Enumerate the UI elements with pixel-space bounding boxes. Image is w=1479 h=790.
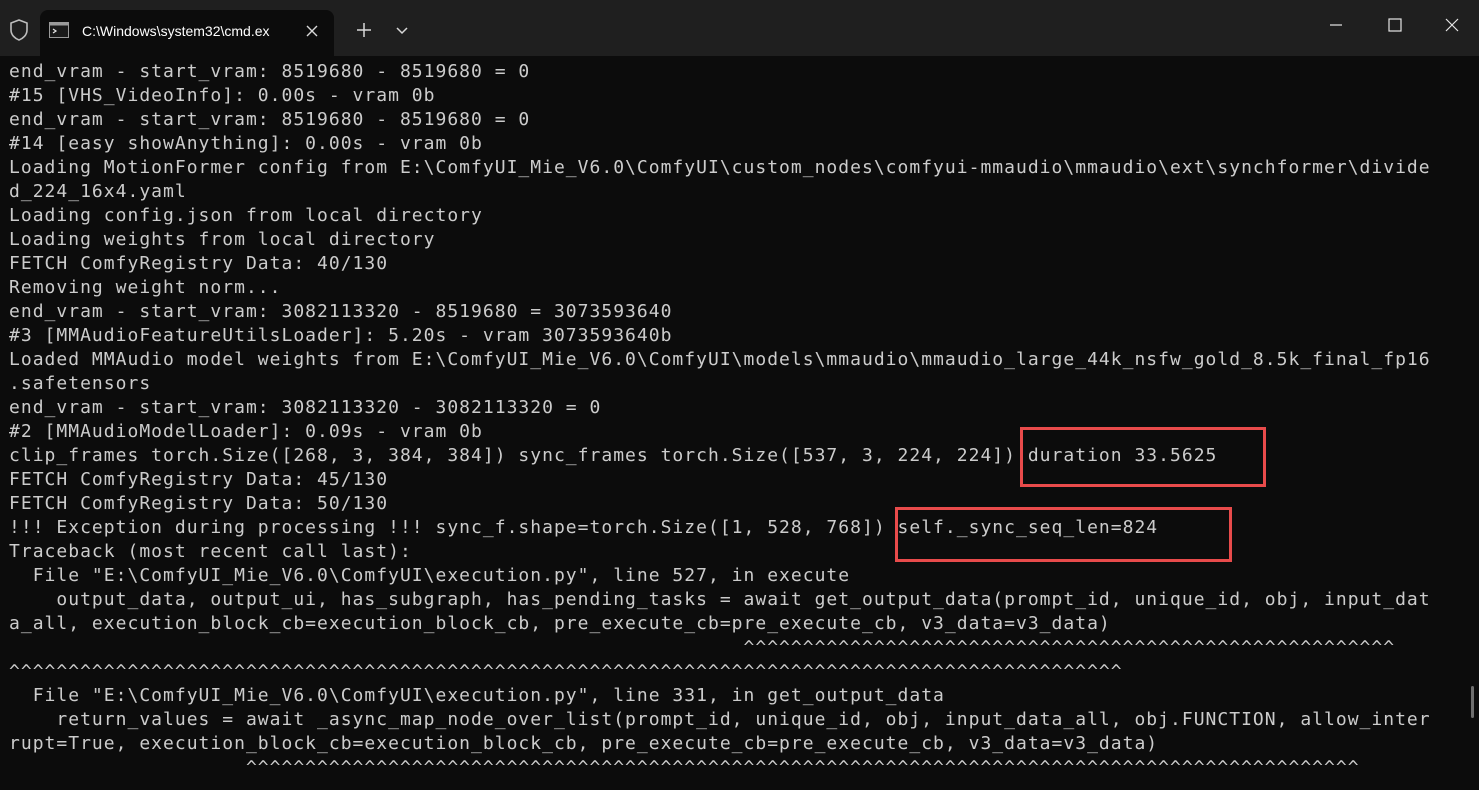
console-line: .safetensors xyxy=(9,373,152,394)
tab-cmd[interactable]: C:\Windows\system32\cmd.ex xyxy=(40,10,334,56)
console-line: File "E:\ComfyUI_Mie_V6.0\ComfyUI\execut… xyxy=(9,685,945,706)
console-line: FETCH ComfyRegistry Data: 40/130 xyxy=(9,253,389,274)
chevron-down-icon[interactable] xyxy=(392,20,412,40)
console-line: return_values = await _async_map_node_ov… xyxy=(9,709,1431,730)
console-line: end_vram - start_vram: 3082113320 - 8519… xyxy=(9,301,673,322)
terminal-window: C:\Windows\system32\cmd.ex end_vram - st… xyxy=(0,0,1479,790)
console-line: Loading config.json from local directory xyxy=(9,205,483,226)
console-line: ^^^^^^^^^^^^^^^^^^^^^^^^^^^^^^^^^^^^^^^^… xyxy=(9,757,1360,778)
minimize-icon[interactable] xyxy=(1325,14,1347,36)
console-output[interactable]: end_vram - start_vram: 8519680 - 8519680… xyxy=(0,56,1470,790)
close-icon[interactable] xyxy=(302,21,322,41)
console-line: Loading weights from local directory xyxy=(9,229,436,250)
console-line: Loading MotionFormer config from E:\Comf… xyxy=(9,157,1431,178)
console-line: output_data, output_ui, has_subgraph, ha… xyxy=(9,589,1431,610)
console-line: end_vram - start_vram: 3082113320 - 3082… xyxy=(9,397,602,418)
console-line: d_224_16x4.yaml xyxy=(9,181,187,202)
console-line: a_all, execution_block_cb=execution_bloc… xyxy=(9,613,1111,634)
shield-icon xyxy=(10,19,28,41)
console-line: rupt=True, execution_block_cb=execution_… xyxy=(9,733,1159,754)
console-line: File "E:\ComfyUI_Mie_V6.0\ComfyUI\execut… xyxy=(9,565,851,586)
console-line: Removing weight norm... xyxy=(9,277,282,298)
console-line: #14 [easy showAnything]: 0.00s - vram 0b xyxy=(9,133,483,154)
title-bar: C:\Windows\system32\cmd.ex xyxy=(0,0,1479,56)
console-line: end_vram - start_vram: 8519680 - 8519680… xyxy=(9,109,531,130)
console-line: #3 [MMAudioFeatureUtilsLoader]: 5.20s - … xyxy=(9,325,673,346)
scrollbar-thumb[interactable] xyxy=(1471,686,1474,718)
console-icon xyxy=(49,22,69,38)
console-line: #15 [VHS_VideoInfo]: 0.00s - vram 0b xyxy=(9,85,436,106)
console-lines: end_vram - start_vram: 8519680 - 8519680… xyxy=(9,60,1431,780)
close-icon[interactable] xyxy=(1441,14,1463,36)
tab-title: C:\Windows\system32\cmd.ex xyxy=(82,23,270,39)
console-line: ^^^^^^^^^^^^^^^^^^^^^^^^^^^^^^^^^^^^^^^^… xyxy=(9,661,1123,682)
duration-highlight-box xyxy=(1020,427,1266,487)
console-line: ^^^^^^^^^^^^^^^^^^^^^^^^^^^^^^^^^^^^^^^^… xyxy=(9,637,1396,658)
console-line: Loaded MMAudio model weights from E:\Com… xyxy=(9,349,1431,370)
sync-seq-len-highlight-box xyxy=(895,507,1232,562)
plus-icon[interactable] xyxy=(354,20,374,40)
console-line: end_vram - start_vram: 8519680 - 8519680… xyxy=(9,61,531,82)
maximize-icon[interactable] xyxy=(1384,14,1406,36)
